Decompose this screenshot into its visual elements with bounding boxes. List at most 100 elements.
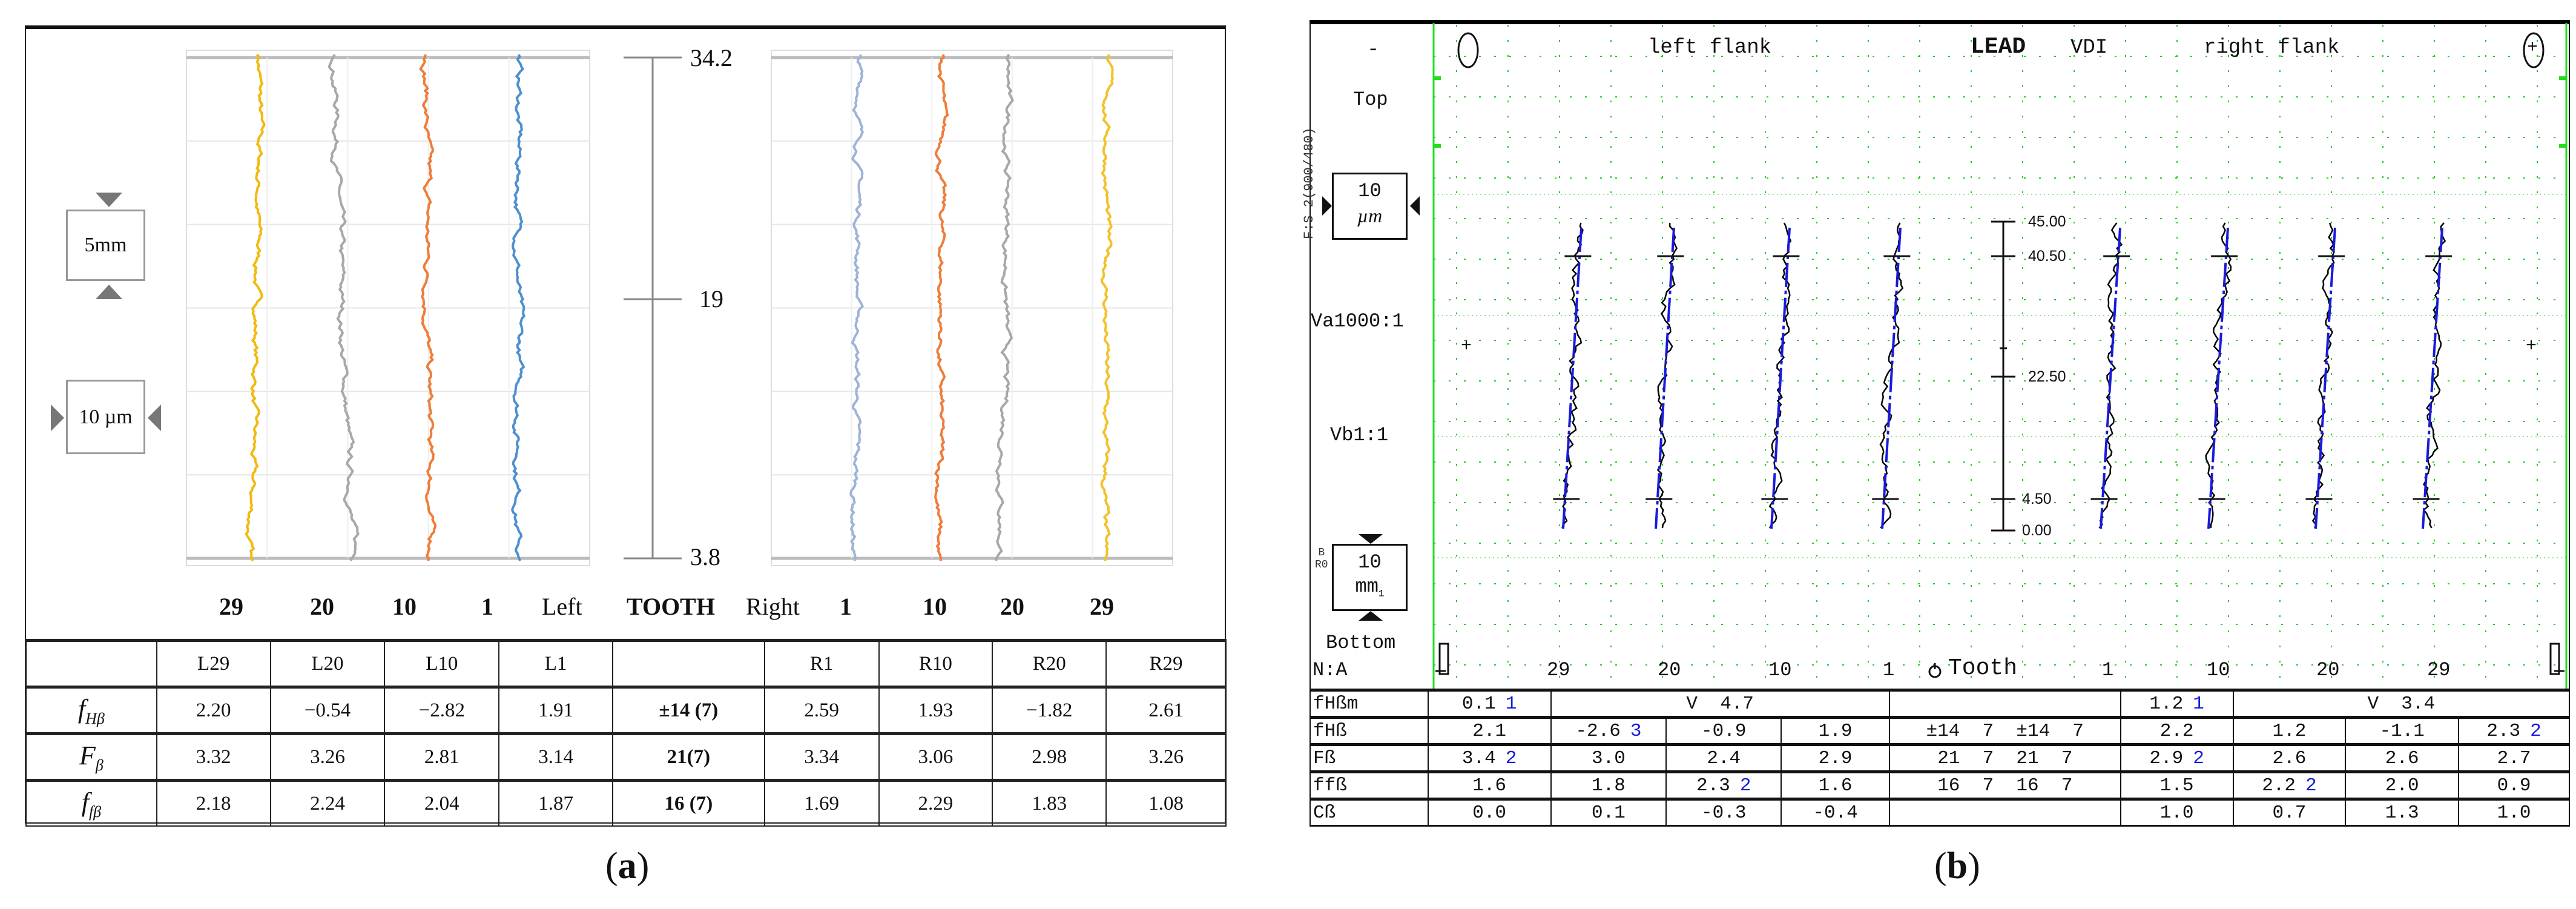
tooth-label-r20: 20 (1000, 593, 1024, 620)
row-label-subscript: β (95, 756, 104, 774)
caption-b: (b) (1934, 845, 1980, 887)
panel-a-deviation-table: L29 L20 L10 L1 R1 R10 R20 R29 fHβ 2.20 −0.54 −2.82 1… (25, 639, 1227, 827)
axis-label-top: 34.2 (690, 44, 733, 71)
quality-class: 2 (2193, 747, 2204, 769)
length-scale-label: 5mm (84, 234, 127, 256)
deviation-scale-box: 10 µm (66, 380, 145, 454)
tooth-label-l20: 20 (1658, 659, 1681, 681)
length-scale-box: 5mm (66, 210, 145, 281)
value-cell: 1.2 (2232, 716, 2347, 745)
tooth-label-r29: 29 (1090, 593, 1114, 620)
fs-label: F:S 2(900/480) (1302, 127, 1317, 239)
cell-value: -0.4 (1813, 802, 1858, 824)
tooth-label-r10: 10 (923, 593, 947, 620)
cell-value: -2.6 (1575, 720, 1621, 742)
cell-value: 1.6 (1818, 775, 1853, 796)
arrow-down-icon (1359, 534, 1383, 544)
cell-value: 0.1 (1592, 802, 1626, 824)
left-probe-icon (1435, 643, 1449, 675)
value-cell: 2.1 (1427, 716, 1552, 745)
cell-value: 2.9 (1818, 747, 1853, 769)
zoom-out-icon[interactable] (1457, 32, 1479, 68)
right-label: Right (746, 593, 800, 620)
value-cell: 2.18 (156, 779, 271, 827)
fit-line-r1 (2100, 227, 2121, 529)
r0-label: R0 (1315, 559, 1328, 571)
caption-b-letter: b (1946, 845, 1968, 887)
caption-a-letter: a (618, 845, 637, 887)
value-cell: 21 7 21 7 (1888, 743, 2121, 773)
left-flank-plot (186, 50, 590, 566)
deviation-scale-box: 10 µm (1332, 173, 1408, 240)
value-cell: 1.3 (2345, 798, 2460, 826)
value-cell: 0.9 (2458, 770, 2570, 800)
value-cell: -0.4 (1780, 798, 1890, 826)
value-cell: ±14 7 ±14 7 (1888, 716, 2121, 745)
top-label: Top (1353, 88, 1388, 111)
value-cell: 3.06 (878, 732, 993, 781)
green-dotted-grid (1434, 25, 2566, 689)
column-header: R20 (992, 639, 1107, 688)
bottom-label: Bottom (1326, 632, 1396, 654)
fit-line-r29 (2422, 227, 2443, 529)
value-cell: 3.32 (156, 732, 271, 781)
cell-value: V 4.7 (1686, 693, 1754, 715)
caption-a: (a) (605, 845, 650, 887)
left-flank-label: left flank (1648, 36, 1772, 59)
value-cell: 2.7 (2458, 743, 2570, 773)
right-flank-plot (771, 50, 1173, 566)
row-label: ffβ (25, 779, 157, 827)
minus-label: - (1367, 39, 1380, 62)
value-cell: 1.83 (992, 779, 1107, 827)
quality-class: 1 (1505, 693, 1517, 715)
value-cell: V 4.7 (1550, 689, 1890, 718)
rotation-direction-icon (1928, 663, 1942, 678)
column-header: L20 (269, 639, 386, 688)
value-cell: 1.69 (763, 779, 880, 827)
quality-class: 1 (2193, 693, 2204, 715)
value-cell: 2.2 (2120, 716, 2234, 745)
value-cell: 1.91 (498, 686, 613, 735)
column-header: L1 (498, 639, 613, 688)
value-cell: 2.24 (269, 779, 386, 827)
row-label-subscript: fβ (88, 802, 102, 821)
fit-line-r20 (2314, 227, 2336, 529)
row-label: fHß (1309, 716, 1429, 745)
column-header: L10 (384, 639, 500, 688)
column-header: L29 (156, 639, 271, 688)
length-scale-box: 10 mm1 (1332, 544, 1408, 611)
right-flank-label: right flank (2204, 36, 2340, 59)
cell-value: 0.7 (2272, 802, 2307, 824)
value-cell: -2.6 3 (1550, 716, 1667, 745)
arrow-left-icon (148, 405, 161, 431)
row-label: ffß (1309, 770, 1429, 800)
arrow-right-icon (51, 405, 64, 431)
value-cell: 0.1 (1550, 798, 1667, 826)
tooth-label-r29: 29 (2427, 659, 2451, 681)
value-cell: −0.54 (269, 686, 386, 735)
row-label: Fß (1309, 743, 1429, 773)
br-label: B R0 (1315, 547, 1328, 571)
cell-value: 2.2 (2262, 775, 2296, 796)
fit-line-l20 (1655, 227, 1675, 529)
value-cell (1888, 689, 2121, 718)
scale-axis (1991, 220, 2015, 532)
b-label: B (1318, 547, 1325, 559)
quality-class: 2 (1505, 747, 1517, 769)
na-label: N:A (1313, 659, 1348, 681)
tooth-label-l1: 1 (481, 593, 493, 620)
quality-class: 3 (1630, 720, 1642, 742)
value-cell: 2.2 2 (2232, 770, 2347, 800)
value-cell: 2.0 (2345, 770, 2460, 800)
value-cell: 2.3 2 (2458, 716, 2570, 745)
cell-value: 2.6 (2385, 747, 2419, 769)
cell-value: 1.3 (2385, 802, 2419, 824)
lead-measurement-chart (1432, 23, 2568, 689)
scale-label-0: 0.00 (2022, 522, 2052, 539)
cell-value: 2.4 (1707, 747, 1741, 769)
value-cell (1888, 798, 2121, 826)
left-label: Left (542, 593, 582, 620)
fit-line-l29 (1562, 227, 1583, 529)
value-cell: 2.04 (384, 779, 500, 827)
deviation-scale-value: 10 (1358, 180, 1382, 202)
